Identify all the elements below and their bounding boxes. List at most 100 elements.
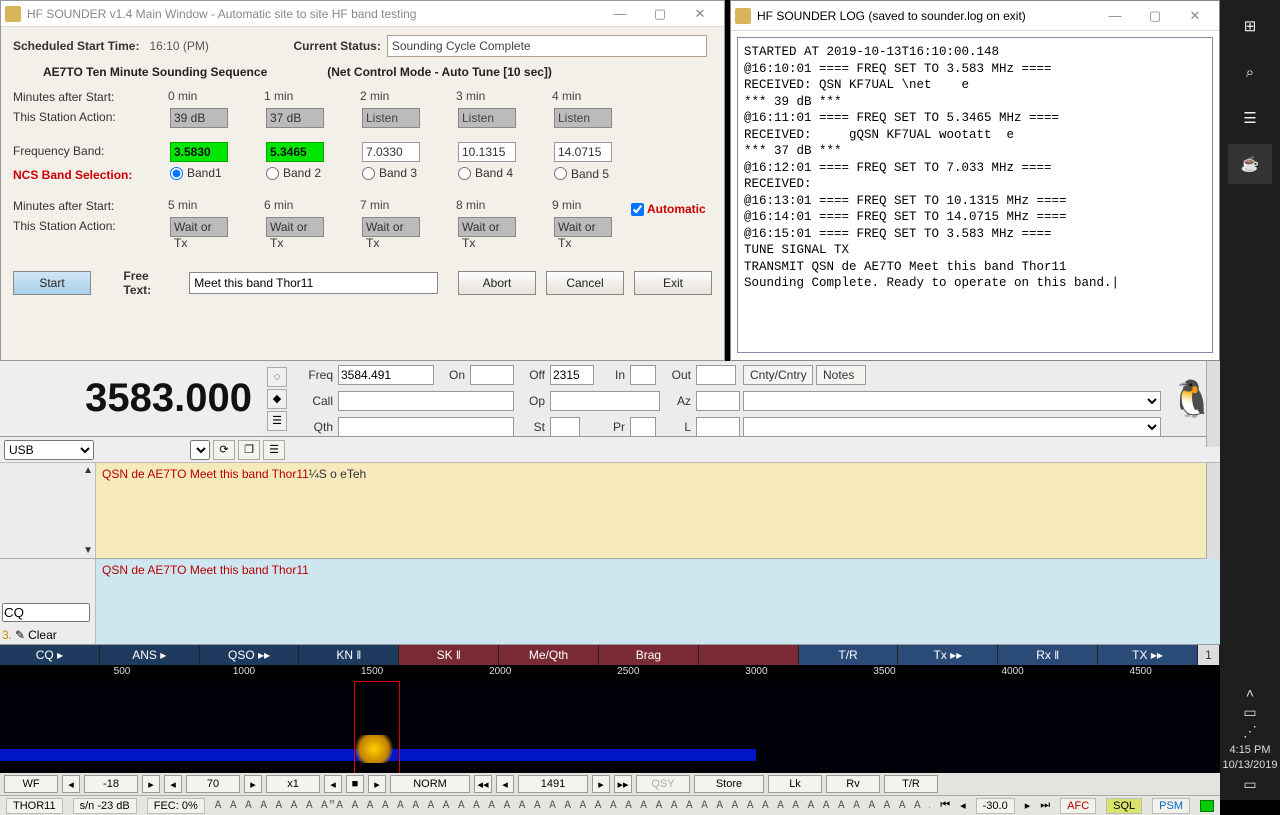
qth-field[interactable]	[338, 417, 514, 437]
wf-play[interactable]: ▸	[368, 775, 386, 793]
wf-skipb[interactable]: ◂◂	[474, 775, 492, 793]
pr-field[interactable]	[630, 417, 656, 437]
macro-kn[interactable]: KN ‖	[299, 645, 399, 665]
wf-stepb[interactable]: ◂	[496, 775, 514, 793]
tx-text[interactable]: QSN de AE7TO Meet this band Thor11	[96, 559, 1220, 644]
qsy-button[interactable]: QSY	[636, 775, 690, 793]
combo-2[interactable]	[743, 417, 1161, 437]
freetext-input[interactable]	[189, 272, 438, 294]
log-close-button[interactable]: ✕	[1175, 4, 1215, 28]
macro-rx[interactable]: Rx ‖	[998, 645, 1098, 665]
store-button[interactable]: Store	[694, 775, 764, 793]
automatic-checkbox[interactable]: Automatic	[631, 202, 706, 216]
macro-tr[interactable]: T/R	[799, 645, 899, 665]
list-icon[interactable]: ☰	[267, 411, 287, 431]
down-arrow-icon[interactable]: ▼	[83, 545, 93, 556]
on-field[interactable]	[470, 365, 514, 385]
task-view-icon[interactable]: ☰	[1228, 98, 1272, 138]
status-skipf-icon[interactable]: ⏭	[1040, 799, 1050, 812]
waterfall[interactable]	[0, 681, 1220, 773]
band1-radio[interactable]: Band1	[170, 166, 262, 180]
status-stepf-icon[interactable]: ▸	[1025, 799, 1031, 812]
wf-right2[interactable]: ▸	[244, 775, 262, 793]
cancel-button[interactable]: Cancel	[546, 271, 624, 295]
wf-zoom[interactable]: x1	[266, 775, 320, 793]
abort-button[interactable]: Abort	[458, 271, 536, 295]
macro-meqth[interactable]: Me/Qth	[499, 645, 599, 665]
minimize-button[interactable]: —	[600, 2, 640, 26]
macro-brag[interactable]: Brag	[599, 645, 699, 665]
status-skipb-icon[interactable]: ⏮	[940, 799, 950, 812]
band4-radio[interactable]: Band 4	[458, 166, 550, 180]
notification-icon[interactable]: ▭	[1220, 777, 1280, 792]
tx-scrollbar[interactable]	[1206, 361, 1220, 447]
macro-tx2[interactable]: TX ▸▸	[1098, 645, 1198, 665]
macro-tx[interactable]: Tx ▸▸	[898, 645, 998, 665]
refresh-icon[interactable]: ⟳	[213, 440, 235, 460]
macro-ans[interactable]: ANS ▸	[100, 645, 200, 665]
sched-start-value[interactable]	[145, 35, 223, 57]
wf-mode[interactable]: NORM	[390, 775, 470, 793]
doc-icon[interactable]: ☰	[263, 440, 285, 460]
call-field[interactable]	[338, 391, 514, 411]
az-field[interactable]	[696, 391, 740, 411]
wf-rev[interactable]: ◂	[324, 775, 342, 793]
macro-cq[interactable]: CQ ▸	[0, 645, 100, 665]
globe-icon[interactable]: ◌	[267, 367, 287, 387]
wf-stepf[interactable]: ▸	[592, 775, 610, 793]
loc-field[interactable]	[696, 417, 740, 437]
close-button[interactable]: ✕	[680, 2, 720, 26]
search-icon[interactable]: ⌕	[1228, 52, 1272, 92]
rx-text[interactable]: QSN de AE7TO Meet this band Thor11¼S o e…	[96, 463, 1220, 558]
log-titlebar[interactable]: HF SOUNDER LOG (saved to sounder.log on …	[731, 1, 1219, 31]
frequency-display[interactable]: 3583.000	[0, 361, 262, 436]
main-titlebar[interactable]: HF SOUNDER v1.4 Main Window - Automatic …	[1, 1, 724, 27]
wf-left1[interactable]: ◂	[62, 775, 80, 793]
macro-blank[interactable]	[699, 645, 799, 665]
clear-button[interactable]: Clear	[28, 628, 57, 642]
mode-select[interactable]: USB	[4, 440, 94, 460]
lk-button[interactable]: Lk	[768, 775, 822, 793]
exit-button[interactable]: Exit	[634, 271, 712, 295]
band2-radio[interactable]: Band 2	[266, 166, 358, 180]
cnty-tab[interactable]: Cnty/Cntry	[743, 365, 813, 385]
chevron-up-icon[interactable]: ˄	[1220, 686, 1280, 701]
op-field[interactable]	[550, 391, 660, 411]
wf-cursor[interactable]	[354, 681, 400, 773]
wf-skipf[interactable]: ▸▸	[614, 775, 632, 793]
freq-field[interactable]	[338, 365, 434, 385]
up-arrow-icon[interactable]: ▲	[83, 465, 93, 476]
windows-start-icon[interactable]: ⊞	[1228, 6, 1272, 46]
wf-button[interactable]: WF	[4, 775, 58, 793]
empty-select[interactable]	[190, 440, 210, 460]
off-field[interactable]	[550, 365, 594, 385]
macro-qso[interactable]: QSO ▸▸	[200, 645, 300, 665]
wf-stop[interactable]: ■	[346, 775, 364, 793]
rx-scrollbar[interactable]	[1206, 463, 1220, 559]
notes-tab[interactable]: Notes	[816, 365, 866, 385]
band5-radio[interactable]: Band 5	[554, 167, 609, 181]
out-field[interactable]	[696, 365, 736, 385]
log-maximize-button[interactable]: ▢	[1135, 4, 1175, 28]
wf-right1[interactable]: ▸	[142, 775, 160, 793]
status-value[interactable]	[387, 35, 707, 57]
tr-button[interactable]: T/R	[884, 775, 938, 793]
log-minimize-button[interactable]: —	[1095, 4, 1135, 28]
macro-page[interactable]: 1	[1198, 645, 1220, 665]
wf-left2[interactable]: ◂	[164, 775, 182, 793]
band3-radio[interactable]: Band 3	[362, 166, 454, 180]
system-tray[interactable]: ˄ ▭ ⋰ 4:15 PM 10/13/2019 ▭	[1220, 682, 1280, 796]
start-button[interactable]: Start	[13, 271, 91, 295]
copy-icon[interactable]: ❐	[238, 440, 260, 460]
java-app-icon[interactable]: ☕	[1228, 144, 1272, 184]
tag-icon[interactable]: ◆	[267, 389, 287, 409]
combo-1[interactable]	[743, 391, 1161, 411]
log-textarea[interactable]: STARTED AT 2019-10-13T16:10:00.148 @16:1…	[737, 37, 1213, 353]
rv-button[interactable]: Rv	[826, 775, 880, 793]
status-stepb-icon[interactable]: ◂	[960, 799, 966, 812]
in-field[interactable]	[630, 365, 656, 385]
macro-sk[interactable]: SK ‖	[399, 645, 499, 665]
cq-input[interactable]	[2, 603, 90, 622]
st-field[interactable]	[550, 417, 580, 437]
maximize-button[interactable]: ▢	[640, 2, 680, 26]
